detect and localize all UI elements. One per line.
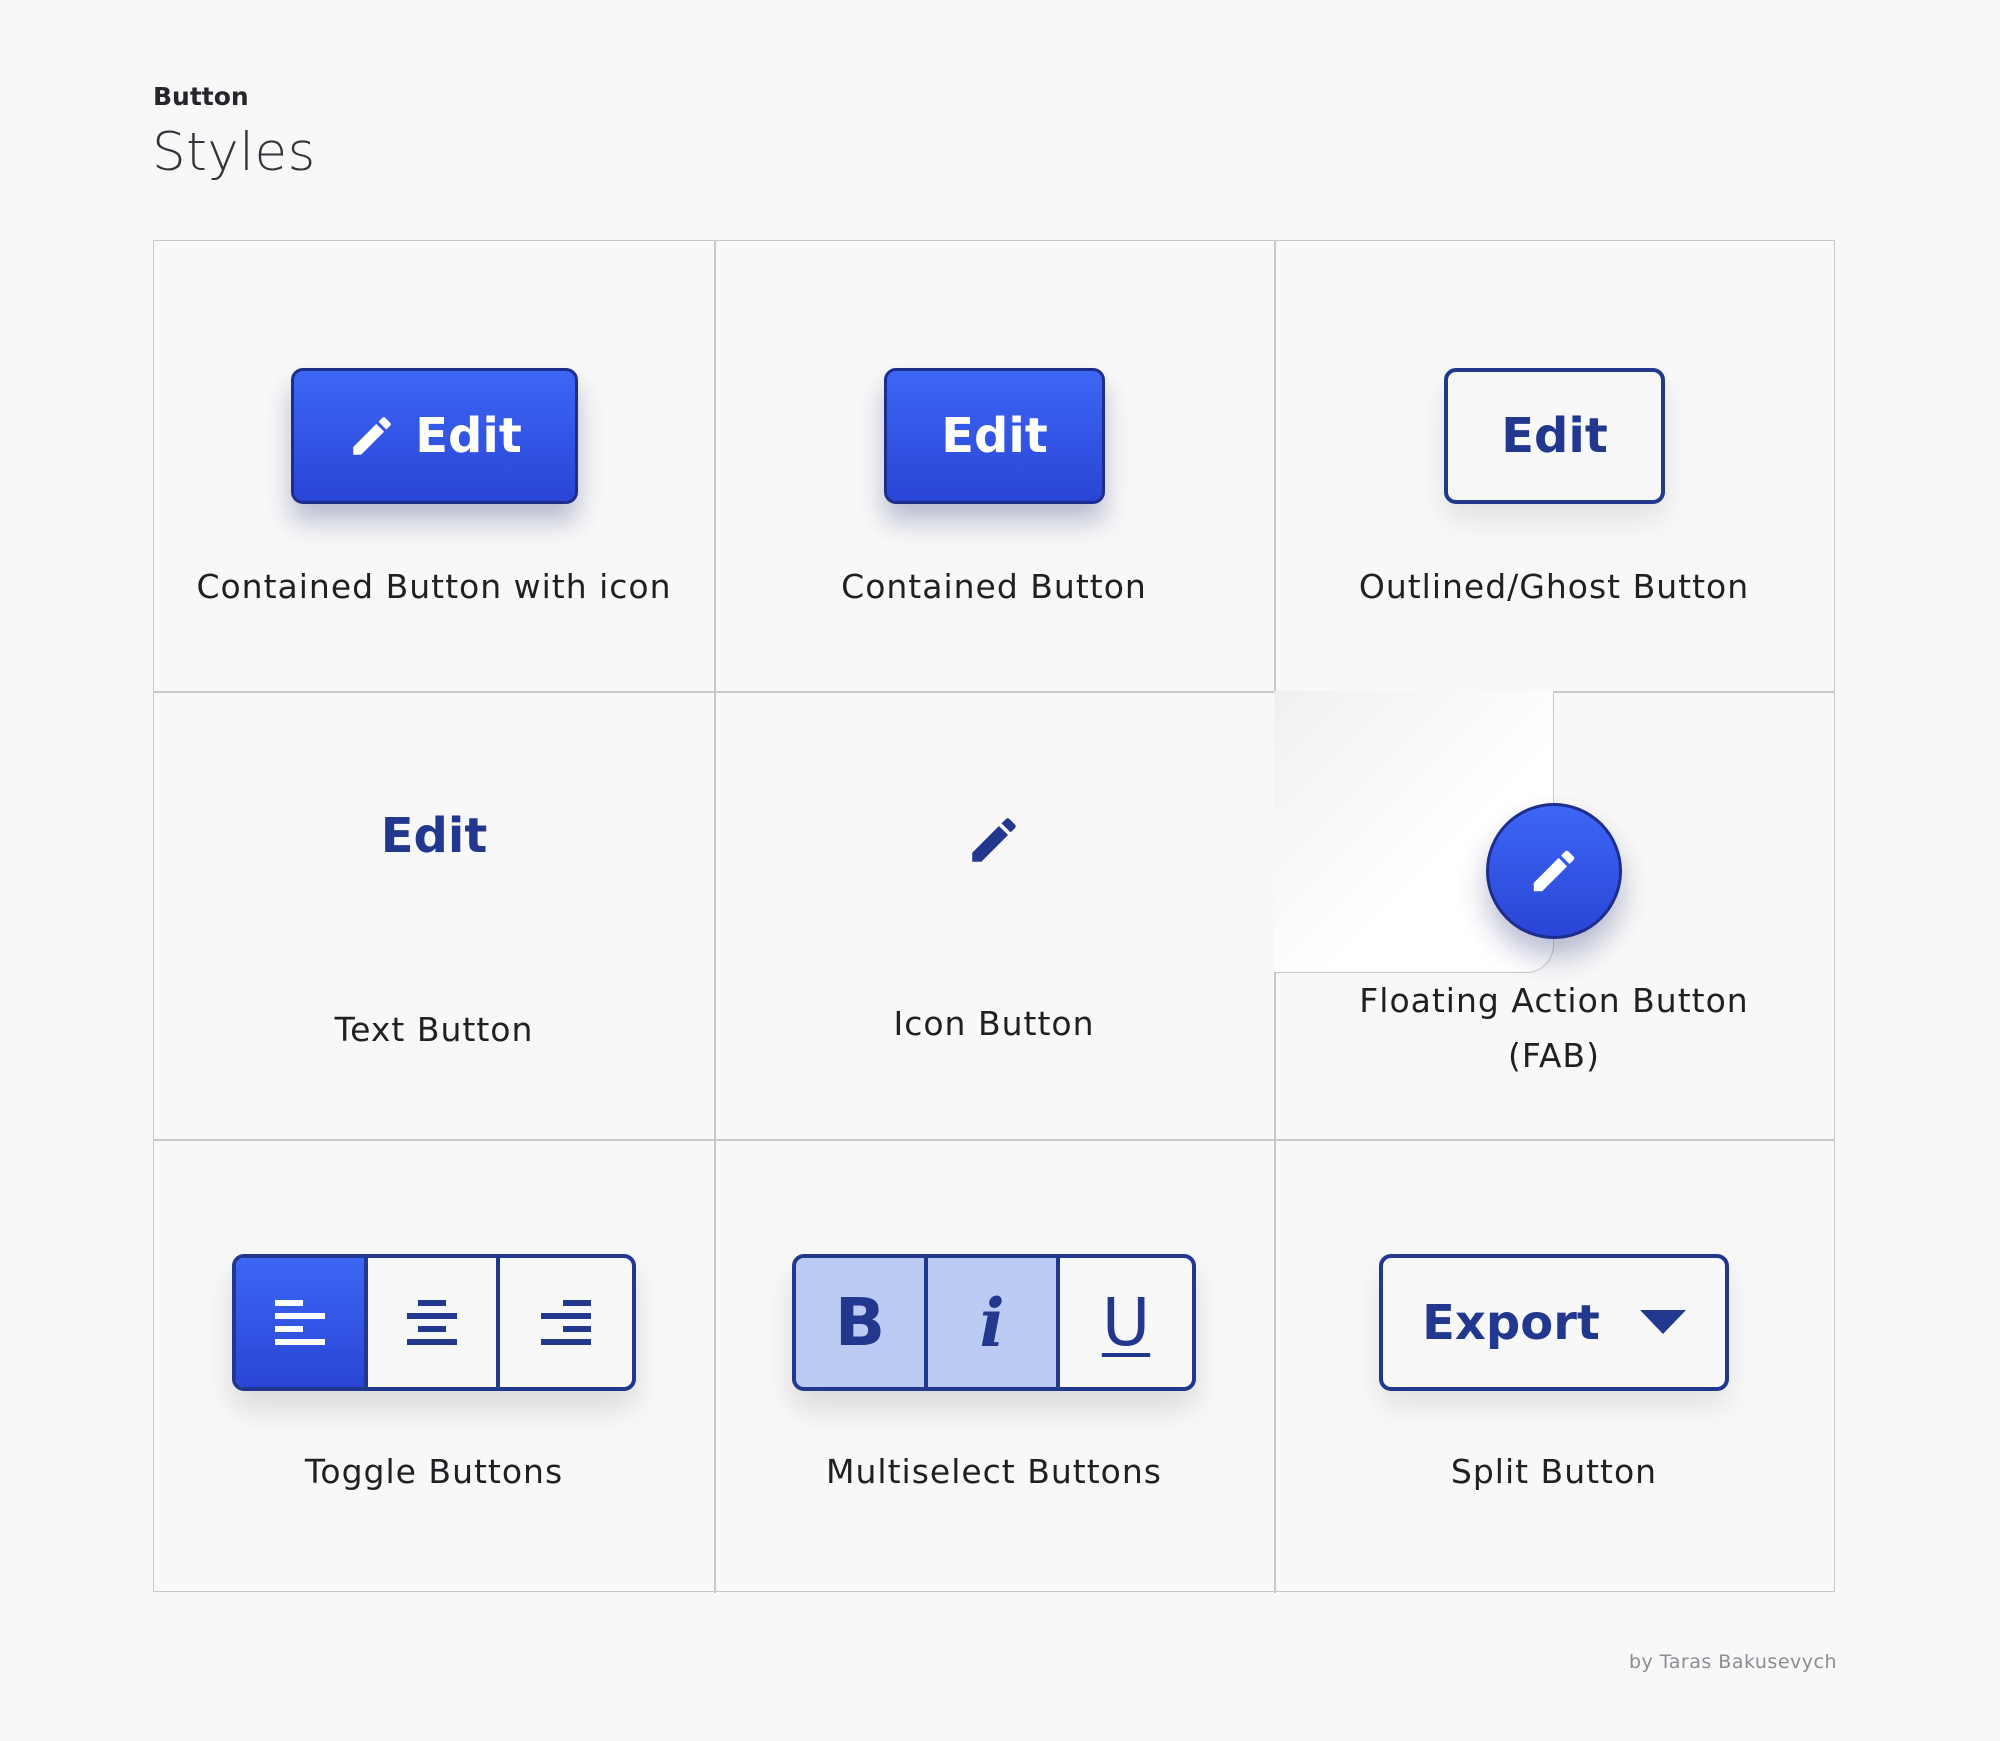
toggle-align-center[interactable] bbox=[368, 1258, 500, 1387]
cell-toggle: Toggle Buttons bbox=[154, 1139, 714, 1591]
button-label: Edit bbox=[941, 408, 1048, 464]
caption-line-2: (FAB) bbox=[1508, 1036, 1600, 1075]
cell-split: Export Split Button bbox=[1274, 1139, 1834, 1591]
pencil-icon bbox=[347, 411, 397, 461]
align-left-icon bbox=[273, 1298, 327, 1348]
caption: Multiselect Buttons bbox=[826, 1452, 1162, 1491]
align-center-icon bbox=[405, 1298, 459, 1348]
button-label: Edit bbox=[380, 808, 488, 864]
page-title: Styles bbox=[152, 122, 316, 183]
caption: Contained Button with icon bbox=[196, 567, 672, 606]
caption: Text Button bbox=[334, 1010, 534, 1049]
cell-contained-icon: Edit Contained Button with icon bbox=[154, 241, 714, 691]
cell-icon: Icon Button bbox=[714, 691, 1274, 1139]
cell-text: Edit Text Button bbox=[154, 691, 714, 1139]
split-button-label: Export bbox=[1422, 1294, 1600, 1351]
caption: Toggle Buttons bbox=[304, 1452, 564, 1491]
eyebrow-label: Button bbox=[153, 82, 249, 111]
align-right-icon bbox=[539, 1298, 593, 1348]
pencil-icon bbox=[1527, 844, 1581, 898]
caption: Contained Button bbox=[841, 567, 1147, 606]
underline-toggle-button[interactable]: U bbox=[1060, 1258, 1192, 1387]
contained-edit-button[interactable]: Edit bbox=[884, 368, 1105, 504]
button-label: Edit bbox=[415, 408, 522, 464]
text-edit-button[interactable]: Edit bbox=[334, 791, 534, 881]
cell-contained: Edit Contained Button bbox=[714, 241, 1274, 691]
toggle-align-right[interactable] bbox=[500, 1258, 632, 1387]
pencil-icon bbox=[965, 811, 1023, 869]
cell-fab: Floating Action Button (FAB) bbox=[1274, 691, 1834, 1139]
caption: Split Button bbox=[1450, 1452, 1658, 1491]
bold-label: B bbox=[834, 1284, 886, 1361]
multiselect-button-group: B i U bbox=[792, 1254, 1196, 1391]
button-label: Edit bbox=[1501, 408, 1608, 464]
italic-toggle-button[interactable]: i bbox=[928, 1258, 1060, 1387]
bold-toggle-button[interactable]: B bbox=[796, 1258, 928, 1387]
caption-line-1: Floating Action Button bbox=[1359, 981, 1749, 1020]
caret-down-icon[interactable] bbox=[1639, 1309, 1686, 1336]
caption: Outlined/Ghost Button bbox=[1358, 567, 1750, 606]
toggle-button-group bbox=[232, 1254, 636, 1391]
button-styles-grid: Edit Contained Button with icon Edit Con… bbox=[153, 240, 1835, 1593]
italic-label: i bbox=[979, 1283, 1005, 1362]
cell-outlined: Edit Outlined/Ghost Button bbox=[1274, 241, 1834, 691]
floating-action-button[interactable] bbox=[1486, 803, 1622, 939]
icon-edit-button[interactable] bbox=[954, 800, 1034, 880]
toggle-align-left[interactable] bbox=[236, 1258, 368, 1387]
export-split-button[interactable]: Export bbox=[1379, 1254, 1729, 1391]
cell-multiselect: B i U Multiselect Buttons bbox=[714, 1139, 1274, 1591]
contained-icon-edit-button[interactable]: Edit bbox=[291, 368, 578, 504]
underline-label: U bbox=[1101, 1284, 1151, 1361]
outlined-edit-button[interactable]: Edit bbox=[1444, 368, 1665, 504]
caption: Icon Button bbox=[893, 1004, 1095, 1043]
author-credit: by Taras Bakusevych bbox=[1628, 1651, 1837, 1673]
